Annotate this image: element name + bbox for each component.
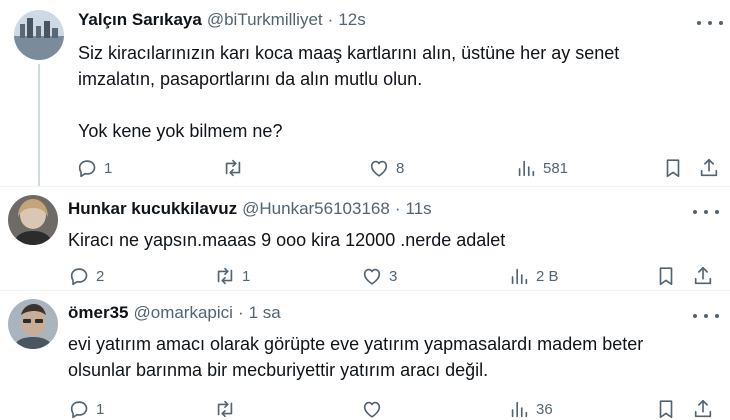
separator-dot: · — [394, 199, 401, 218]
bookmark-button[interactable] — [655, 265, 677, 287]
bookmark-icon — [655, 265, 677, 287]
views-button[interactable]: 36 — [508, 398, 553, 420]
tweet[interactable]: ömer35 @omarkapici · 1 sa evi yatırım am… — [0, 291, 730, 420]
username[interactable]: @Hunkar56103168 — [242, 199, 390, 219]
timestamp[interactable]: 11s — [406, 199, 432, 219]
like-icon — [361, 265, 383, 287]
avatar[interactable] — [8, 195, 58, 245]
bookmark-icon — [662, 157, 684, 179]
avatar[interactable] — [14, 10, 64, 60]
retweet-button[interactable] — [222, 157, 250, 179]
tweet-text: Kiracı ne yapsın.maaas 9 ooo kira 12000 … — [68, 230, 506, 250]
like-button[interactable]: 8 — [368, 157, 404, 179]
reply-count: 1 — [104, 159, 113, 177]
like-count: 3 — [389, 267, 398, 285]
retweet-button[interactable]: 1 — [214, 265, 250, 287]
separator-dot: · — [237, 303, 244, 322]
reply-button[interactable]: 1 — [76, 157, 112, 179]
avatar[interactable] — [8, 299, 58, 349]
views-button[interactable]: 581 — [515, 157, 568, 179]
reply-button[interactable]: 1 — [68, 398, 104, 420]
display-name[interactable]: Hunkar kucukkilavuz — [68, 199, 237, 219]
tweet-header: ömer35 @omarkapici · 1 sa — [68, 303, 281, 323]
retweet-button[interactable] — [214, 398, 242, 420]
share-button[interactable] — [698, 157, 720, 179]
views-count: 2 B — [536, 267, 559, 285]
views-count: 581 — [543, 159, 569, 177]
reply-button[interactable]: 2 — [68, 265, 104, 287]
views-button[interactable]: 2 B — [508, 265, 559, 287]
reply-count: 2 — [96, 267, 105, 285]
like-button[interactable]: 3 — [361, 265, 397, 287]
thread-line — [38, 64, 40, 186]
more-icon[interactable] — [693, 205, 719, 219]
reply-icon — [68, 398, 90, 420]
retweet-icon — [222, 157, 244, 179]
username[interactable]: @biTurkmilliyet — [207, 10, 323, 30]
share-icon — [692, 398, 714, 420]
like-icon — [368, 157, 390, 179]
retweet-icon — [214, 265, 236, 287]
display-name[interactable]: ömer35 — [68, 303, 128, 323]
timestamp[interactable]: 12s — [338, 10, 365, 30]
bookmark-button[interactable] — [662, 157, 684, 179]
retweet-count: 1 — [242, 267, 251, 285]
tweet-header: Hunkar kucukkilavuz @Hunkar56103168 · 11… — [68, 199, 432, 219]
more-icon[interactable] — [697, 16, 723, 30]
share-icon — [698, 157, 720, 179]
views-icon — [508, 265, 530, 287]
views-icon — [515, 157, 537, 179]
views-count: 36 — [536, 400, 553, 418]
tweet-text: Siz kiracılarınızın karı koca maaş kartl… — [78, 43, 620, 141]
username[interactable]: @omarkapici — [133, 303, 232, 323]
share-button[interactable] — [692, 398, 714, 420]
timestamp[interactable]: 1 sa — [249, 303, 281, 323]
reply-icon — [76, 157, 98, 179]
more-icon[interactable] — [693, 309, 719, 323]
like-icon — [361, 398, 383, 420]
views-icon — [508, 398, 530, 420]
share-button[interactable] — [692, 265, 714, 287]
retweet-icon — [214, 398, 236, 420]
bookmark-icon — [655, 398, 677, 420]
like-count: 8 — [396, 159, 405, 177]
tweet-text: evi yatırım amacı olarak görüpte eve yat… — [68, 334, 644, 380]
like-button[interactable] — [361, 398, 389, 420]
reply-icon — [68, 265, 90, 287]
display-name[interactable]: Yalçın Sarıkaya — [78, 10, 202, 30]
separator-dot: · — [327, 10, 334, 29]
bookmark-button[interactable] — [655, 398, 677, 420]
share-icon — [692, 265, 714, 287]
tweet[interactable]: Hunkar kucukkilavuz @Hunkar56103168 · 11… — [0, 187, 730, 289]
reply-count: 1 — [96, 400, 105, 418]
tweet-header: Yalçın Sarıkaya @biTurkmilliyet · 12s — [78, 10, 366, 30]
tweet[interactable]: Yalçın Sarıkaya @biTurkmilliyet · 12s Si… — [0, 0, 730, 186]
